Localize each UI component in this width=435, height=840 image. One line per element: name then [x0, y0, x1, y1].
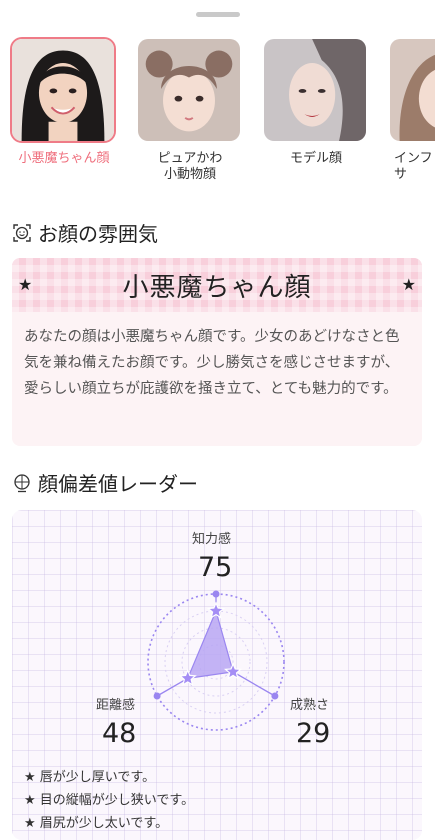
radar-axis-line: [156, 677, 189, 697]
radar-panel: 知力感 75 成熟さ 29 距離感 48 ★ 唇が少し厚いです。 ★ 目の縦幅が…: [12, 510, 422, 840]
atmosphere-title: お顔の雰囲気: [38, 222, 158, 246]
face-type-item-model[interactable]: モデル顔: [262, 37, 370, 167]
face-type-card: ★ 小悪魔ちゃん顔 ★ あなたの顔は小悪魔ちゃん顔です。少女のあどけなさと色気を…: [12, 258, 422, 446]
radar-value-polygon: [186, 609, 234, 680]
face-type-label: インフ サ: [394, 151, 433, 182]
radar-chart: [147, 590, 285, 731]
face-type-item-koakuma[interactable]: 小悪魔ちゃん顔: [10, 37, 118, 167]
radar-title: 顔偏差値レーダー: [38, 472, 198, 496]
atmosphere-section-title: お顔の雰囲気: [12, 218, 158, 247]
axis-label-distance: 距離感: [96, 698, 136, 713]
face-type-label: モデル顔: [289, 151, 342, 166]
axis-value-intellect: 75: [198, 552, 233, 583]
face-type-description: あなたの顔は小悪魔ちゃん顔です。少女のあどけなさと色気を兼ね備えたお顔です。少し…: [24, 329, 400, 397]
radar-axis-endpoint: [153, 692, 161, 700]
radar-axis-endpoint: [271, 692, 279, 700]
face-type-item-pure-small-animal[interactable]: ピュアかわ 小動物顔: [136, 37, 244, 183]
radar-axis-line: [232, 671, 276, 697]
radar-point-star-icon: [206, 601, 226, 619]
drag-handle[interactable]: [196, 12, 240, 17]
face-type-card-header: ★ 小悪魔ちゃん顔 ★: [12, 258, 422, 312]
star-icon: ★: [401, 275, 416, 294]
axis-value-maturity: 29: [296, 718, 331, 749]
axis-value-distance: 48: [102, 718, 137, 749]
axis-label-intellect: 知力感: [192, 532, 232, 547]
radar-axis-endpoint: [212, 590, 220, 598]
smiley-face-icon: [13, 223, 31, 242]
face-type-label: 小悪魔ちゃん顔: [18, 151, 110, 166]
face-type-label: ピュアかわ 小動物顔: [157, 151, 223, 182]
note-item: ★ 目の縦幅が少し狭いです。: [24, 793, 195, 808]
radar-section-title: 顔偏差値レーダー: [12, 468, 198, 497]
face-type-name: 小悪魔ちゃん顔: [122, 272, 312, 303]
face-photo: [10, 37, 116, 143]
face-illustration: [136, 37, 242, 143]
star-icon: ★: [18, 275, 33, 294]
face-illustration: [262, 37, 368, 143]
note-item: ★ 唇が少し厚いです。: [24, 770, 156, 785]
feature-notes: ★ 唇が少し厚いです。 ★ 目の縦幅が少し狭いです。 ★ 眉尻が少し太いです。: [24, 766, 194, 835]
axis-label-maturity: 成熟さ: [290, 698, 330, 713]
face-type-carousel[interactable]: 小悪魔ちゃん顔 ピュアかわ 小動物顔 モデル顔 インフ サ: [0, 37, 435, 187]
note-item: ★ 眉尻が少し太いです。: [24, 816, 169, 831]
face-outline-icon: [14, 473, 30, 492]
face-illustration: [388, 37, 435, 143]
face-type-item-influencer[interactable]: インフ サ: [388, 37, 435, 183]
